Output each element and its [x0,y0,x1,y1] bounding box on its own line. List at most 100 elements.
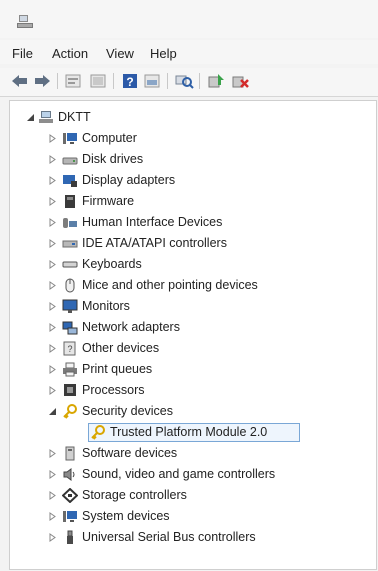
tree-node-label: Sound, video and game controllers [82,467,276,481]
tree-node[interactable]: Monitors [10,296,370,317]
tree-node[interactable]: Computer [10,128,370,149]
device-manager-window: File Action View Help ? DKTT Computer Di… [0,0,378,571]
toolbar-separator [57,73,58,89]
tree-node-label: Computer [82,131,137,145]
printer-icon [63,362,77,377]
expand-arrow-icon[interactable] [48,281,57,290]
uninstall-icon[interactable] [230,72,250,90]
toolbar-separator [113,73,114,89]
usb-icon [67,530,73,544]
scan-hardware-icon[interactable] [174,72,194,90]
tree-node[interactable]: Network adapters [10,317,370,338]
hid-icon [63,218,77,228]
software-device-icon [65,446,75,461]
tree-node-label: Display adapters [82,173,176,187]
menu-file[interactable]: File [10,46,35,61]
expand-arrow-icon[interactable] [48,449,57,458]
tree-node-label: Other devices [82,341,160,355]
tree-node[interactable]: Processors [10,380,370,401]
ide-controller-icon [62,240,78,248]
tree-node-label: Network adapters [82,320,180,334]
tree-node-label: System devices [82,509,170,523]
tree-node[interactable]: System devices [10,506,370,527]
tree-node[interactable]: Print queues [10,359,370,380]
tree-node-label: Universal Serial Bus controllers [82,530,256,544]
expand-arrow-icon[interactable] [48,365,57,374]
device-tree[interactable]: DKTT Computer Disk drives Display adapte… [9,100,377,570]
tree-node[interactable]: Mice and other pointing devices [10,275,370,296]
tree-node-label: Human Interface Devices [82,215,223,229]
other-devices-icon: ? [63,341,76,356]
speaker-icon [63,468,75,481]
tree-root-label: DKTT [58,110,91,124]
toolbar: ? [0,68,378,97]
tree-node[interactable]: Display adapters [10,170,370,191]
svg-text:?: ? [67,344,72,354]
toolbar-separator [199,73,200,89]
expand-arrow-icon[interactable] [48,302,57,311]
menu-view[interactable]: View [104,46,136,61]
tree-node[interactable]: Keyboards [10,254,370,275]
tree-node-label: Mice and other pointing devices [82,278,258,292]
keyboard-icon [62,261,78,268]
properties-icon[interactable] [63,72,83,90]
update-driver-icon[interactable] [206,72,226,90]
expand-arrow-icon[interactable] [48,197,57,206]
collapse-arrow-icon[interactable] [48,407,57,416]
expand-arrow-icon[interactable] [48,134,57,143]
mouse-icon [65,278,75,293]
monitor-icon [62,299,78,313]
forward-arrow-icon[interactable] [32,72,52,90]
tree-node[interactable]: Firmware [10,191,370,212]
tree-node[interactable]: IDE ATA/ATAPI controllers [10,233,370,254]
show-hide-icon[interactable] [88,72,108,90]
display-adapter-icon [63,175,77,187]
tree-node[interactable]: Storage controllers [10,485,370,506]
menu-action[interactable]: Action [50,46,90,61]
tree-node-selected[interactable]: Trusted Platform Module 2.0 [10,422,370,443]
processor-icon [64,384,76,396]
tree-node[interactable]: Universal Serial Bus controllers [10,527,370,548]
tree-node-label: Trusted Platform Module 2.0 [110,425,268,439]
tree-node-label: Security devices [82,404,174,418]
menu-bar: File Action View Help [0,40,378,64]
title-bar [0,0,378,38]
tree-node[interactable]: Disk drives [10,149,370,170]
toolbar-separator [167,73,168,89]
expand-arrow-icon[interactable] [48,239,57,248]
expand-arrow-icon[interactable] [48,344,57,353]
computer-icon [39,111,53,123]
network-adapter-icon [62,321,78,335]
tree-node[interactable]: Software devices [10,443,370,464]
view-icon[interactable] [142,72,162,90]
expand-arrow-icon[interactable] [48,155,57,164]
tree-node[interactable]: ? Other devices [10,338,370,359]
tree-node-label: Storage controllers [82,488,187,502]
expand-arrow-icon[interactable] [48,512,57,521]
tree-node-label: Firmware [82,194,135,208]
storage-controller-icon [62,488,78,503]
system-devices-icon [63,511,77,522]
firmware-icon [65,195,75,208]
expand-arrow-icon[interactable] [48,260,57,269]
expand-arrow-icon[interactable] [48,176,57,185]
expand-arrow-icon[interactable] [48,470,57,479]
collapse-arrow-icon[interactable] [26,113,35,122]
tree-node[interactable]: Sound, video and game controllers [10,464,370,485]
tree-node-label: Print queues [82,362,153,376]
expand-arrow-icon[interactable] [48,218,57,227]
tree-node[interactable]: Human Interface Devices [10,212,370,233]
expand-arrow-icon[interactable] [48,533,57,542]
back-arrow-icon[interactable] [10,72,30,90]
security-key-icon [63,404,77,419]
security-key-icon [91,425,105,440]
expand-arrow-icon[interactable] [48,323,57,332]
disk-drive-icon [62,157,78,165]
tree-node-label: Monitors [82,299,130,313]
tree-root[interactable]: DKTT [10,107,370,128]
expand-arrow-icon[interactable] [48,491,57,500]
expand-arrow-icon[interactable] [48,386,57,395]
help-icon[interactable]: ? [120,72,140,90]
menu-help[interactable]: Help [148,46,179,61]
tree-node-expanded[interactable]: Security devices [10,401,370,422]
